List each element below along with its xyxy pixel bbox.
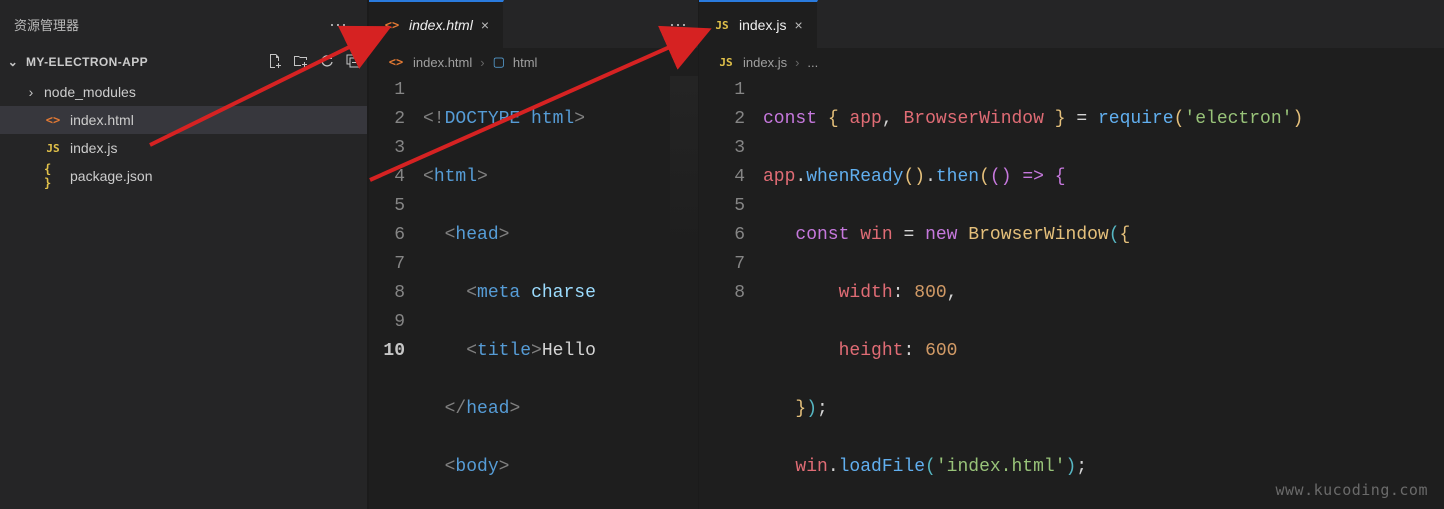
- tree-file-index-html[interactable]: <> index.html: [0, 106, 367, 134]
- breadcrumb-file: index.js: [743, 55, 787, 70]
- html-file-icon: <>: [44, 111, 62, 129]
- breadcrumb-symbol: ...: [807, 55, 818, 70]
- line-gutter: 1234 5678: [699, 76, 763, 509]
- code-area-left[interactable]: 12345 678910 <!DOCTYPE html> <html> <hea…: [369, 76, 698, 509]
- editor-pane-right: JS index.js × JS index.js › ... 1234 567…: [698, 0, 1444, 509]
- tree-folder-node-modules[interactable]: › node_modules: [0, 78, 367, 106]
- explorer-panel: 资源管理器 ··· ⌄ MY-ELECTRON-APP › node_modul…: [0, 0, 368, 509]
- file-label: package.json: [70, 168, 153, 184]
- explorer-more-icon[interactable]: ···: [323, 14, 353, 35]
- html-file-icon: <>: [387, 53, 405, 71]
- tabbar-right: JS index.js ×: [699, 0, 1444, 48]
- breadcrumb-file: index.html: [413, 55, 472, 70]
- tree-file-index-js[interactable]: JS index.js: [0, 134, 367, 162]
- breadcrumb-symbol: html: [513, 55, 538, 70]
- editor-pane-left: <> index.html × ··· <> index.html › ▢ ht…: [368, 0, 698, 509]
- watermark: www.kucoding.com: [1276, 481, 1429, 499]
- file-tree: › node_modules <> index.html JS index.js…: [0, 76, 367, 192]
- js-file-icon: JS: [717, 53, 735, 71]
- new-folder-icon[interactable]: [293, 53, 309, 72]
- js-file-icon: JS: [713, 16, 731, 34]
- tab-label: index.js: [739, 17, 786, 33]
- close-icon[interactable]: ×: [481, 17, 489, 33]
- tab-more-icon[interactable]: ···: [658, 0, 698, 48]
- file-label: index.js: [70, 140, 117, 156]
- tree-file-package-json[interactable]: { } package.json: [0, 162, 367, 190]
- project-name: MY-ELECTRON-APP: [26, 55, 261, 69]
- explorer-title: 资源管理器: [14, 15, 79, 34]
- tab-label: index.html: [409, 17, 473, 33]
- tab-index-html[interactable]: <> index.html ×: [369, 0, 504, 48]
- breadcrumb-left[interactable]: <> index.html › ▢ html: [369, 48, 698, 76]
- symbol-icon: ▢: [493, 54, 505, 70]
- breadcrumb-right[interactable]: JS index.js › ...: [699, 48, 1444, 76]
- code-lines: const { app, BrowserWindow } = require('…: [763, 76, 1303, 509]
- html-file-icon: <>: [383, 16, 401, 34]
- js-file-icon: JS: [44, 139, 62, 157]
- tabbar-left: <> index.html × ···: [369, 0, 698, 48]
- close-icon[interactable]: ×: [794, 17, 802, 33]
- json-file-icon: { }: [44, 167, 62, 185]
- line-gutter: 12345 678910: [369, 76, 423, 509]
- folder-label: node_modules: [44, 84, 136, 100]
- tab-index-js[interactable]: JS index.js ×: [699, 0, 818, 48]
- file-label: index.html: [70, 112, 134, 128]
- code-lines: <!DOCTYPE html> <html> <head> <meta char…: [423, 76, 596, 509]
- explorer-header: 资源管理器 ···: [0, 0, 367, 48]
- new-file-icon[interactable]: [267, 53, 283, 72]
- refresh-icon[interactable]: [319, 53, 335, 72]
- horizontal-scrollbar[interactable]: [369, 497, 698, 509]
- project-row[interactable]: ⌄ MY-ELECTRON-APP: [0, 48, 367, 76]
- minimap[interactable]: [670, 76, 698, 509]
- code-area-right[interactable]: 1234 5678 const { app, BrowserWindow } =…: [699, 76, 1444, 509]
- chevron-down-icon: ⌄: [6, 55, 20, 69]
- breadcrumb-separator-icon: ›: [480, 55, 484, 70]
- breadcrumb-separator-icon: ›: [795, 55, 799, 70]
- collapse-all-icon[interactable]: [345, 53, 361, 72]
- chevron-right-icon: ›: [26, 84, 36, 100]
